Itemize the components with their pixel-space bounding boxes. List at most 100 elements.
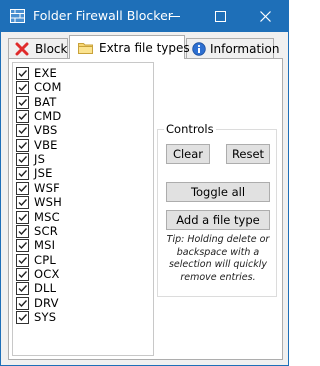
file-type-checkbox[interactable]: [16, 253, 29, 267]
title-bar[interactable]: Folder Firewall Blocker: [1, 1, 288, 32]
tab-information[interactable]: Information: [186, 38, 279, 58]
file-type-label: CPL: [34, 252, 56, 267]
tab-extra-file-types-label: Extra file types: [99, 41, 190, 55]
file-type-label: CMD: [34, 109, 62, 124]
file-type-checkbox[interactable]: [16, 210, 29, 224]
clear-button[interactable]: Clear: [166, 144, 210, 164]
file-type-checkbox[interactable]: [16, 282, 29, 296]
file-type-checkbox[interactable]: [16, 181, 29, 195]
file-type-label: BAT: [34, 94, 57, 109]
file-type-label: JSE: [34, 166, 53, 181]
checkmark-icon: [18, 184, 28, 192]
close-button[interactable]: [243, 1, 288, 32]
file-type-item[interactable]: OCX: [15, 266, 135, 282]
file-type-label: SCR: [34, 223, 58, 238]
file-type-item[interactable]: DLL: [15, 281, 135, 296]
file-type-label: DRV: [34, 295, 59, 310]
file-type-item[interactable]: MSC: [15, 209, 135, 225]
tip-text: Tip: Holding delete or backspace with a …: [166, 234, 270, 283]
maximize-button[interactable]: [198, 1, 243, 32]
checkmark-icon: [18, 270, 28, 278]
file-type-item[interactable]: SCR: [15, 223, 135, 239]
checkmark-icon: [18, 199, 28, 207]
file-type-item[interactable]: EXE: [15, 66, 135, 81]
file-type-item[interactable]: CPL: [15, 252, 135, 268]
checkmark-icon: [18, 256, 28, 264]
tab-extra-file-types[interactable]: Extra file types: [69, 35, 190, 59]
file-type-checkbox[interactable]: [16, 110, 29, 124]
file-type-checkbox[interactable]: [16, 296, 29, 310]
file-type-label: WSF: [34, 180, 60, 195]
file-type-item[interactable]: CMD: [15, 109, 135, 124]
file-type-item[interactable]: WSF: [15, 180, 135, 196]
file-type-label: COM: [34, 80, 62, 95]
tab-block[interactable]: Block: [8, 38, 68, 58]
add-file-type-button[interactable]: Add a file type: [166, 210, 270, 230]
file-type-item[interactable]: BAT: [15, 94, 135, 110]
info-icon: [192, 42, 206, 56]
file-type-checkbox[interactable]: [16, 153, 29, 167]
checkmark-icon: [18, 299, 28, 307]
red-x-icon: [15, 42, 29, 56]
controls-title: Controls: [164, 122, 216, 136]
checkmark-icon: [18, 213, 28, 221]
file-type-checkbox[interactable]: [16, 196, 29, 210]
file-type-list[interactable]: EXE COM BAT CMD VBS VBE JS JSE WSF WSH MSC SCR MSI CP…: [12, 62, 154, 356]
checkmark-icon: [18, 313, 28, 321]
checkmark-icon: [18, 98, 28, 106]
file-type-label: SYS: [34, 309, 57, 324]
app-window: Folder Firewall Blocker Block Extra file…: [0, 0, 289, 366]
checkmark-icon: [18, 70, 28, 78]
checkmark-icon: [18, 156, 28, 164]
close-icon: [260, 11, 271, 22]
toggle-all-button[interactable]: Toggle all: [166, 182, 270, 202]
file-type-label: JS: [34, 152, 46, 167]
folder-icon: [78, 41, 93, 55]
file-type-checkbox[interactable]: [16, 310, 29, 324]
minimize-icon: [170, 16, 180, 17]
file-type-label: MSI: [34, 238, 56, 253]
checkmark-icon: [18, 170, 28, 178]
window-title: Folder Firewall Blocker: [33, 8, 173, 23]
file-type-item[interactable]: MSI: [15, 238, 135, 253]
reset-button[interactable]: Reset: [226, 144, 270, 164]
file-type-item[interactable]: VBS: [15, 123, 135, 138]
file-type-item[interactable]: VBE: [15, 137, 135, 153]
file-type-label: EXE: [34, 66, 58, 80]
checkmark-icon: [18, 242, 28, 250]
file-type-label: OCX: [34, 266, 60, 281]
file-type-checkbox[interactable]: [16, 67, 29, 80]
file-type-label: DLL: [34, 281, 57, 296]
file-type-label: MSC: [34, 209, 60, 224]
file-type-label: VBS: [34, 123, 58, 138]
controls-group: Controls Clear Reset Toggle all Add a fi…: [157, 122, 277, 297]
tab-panel: EXE COM BAT CMD VBS VBE JS JSE WSF WSH MSC SCR MSI CP…: [8, 58, 283, 360]
file-type-item[interactable]: JS: [15, 152, 135, 167]
file-type-checkbox[interactable]: [16, 124, 29, 138]
minimize-button[interactable]: [153, 1, 198, 32]
file-type-label: WSH: [34, 195, 62, 210]
checkmark-icon: [18, 113, 28, 121]
file-type-checkbox[interactable]: [16, 224, 29, 238]
tab-information-label: Information: [210, 42, 280, 56]
file-type-item[interactable]: SYS: [15, 309, 135, 325]
file-type-checkbox[interactable]: [16, 239, 29, 253]
file-type-item[interactable]: WSH: [15, 195, 135, 210]
checkmark-icon: [18, 285, 28, 293]
maximize-icon: [215, 11, 226, 22]
checkmark-icon: [18, 84, 28, 92]
checkmark-icon: [18, 141, 28, 149]
tab-block-label: Block: [35, 42, 68, 56]
file-type-checkbox[interactable]: [16, 167, 29, 181]
file-type-checkbox[interactable]: [16, 81, 29, 95]
file-type-item[interactable]: DRV: [15, 295, 135, 311]
file-type-item[interactable]: COM: [15, 80, 135, 95]
file-type-label: VBE: [34, 137, 58, 152]
checkmark-icon: [18, 127, 28, 135]
checkmark-icon: [18, 227, 28, 235]
file-type-checkbox[interactable]: [16, 138, 29, 152]
shield-wall-icon: [10, 9, 25, 23]
file-type-checkbox[interactable]: [16, 267, 29, 281]
file-type-item[interactable]: JSE: [15, 166, 135, 181]
file-type-checkbox[interactable]: [16, 95, 29, 109]
